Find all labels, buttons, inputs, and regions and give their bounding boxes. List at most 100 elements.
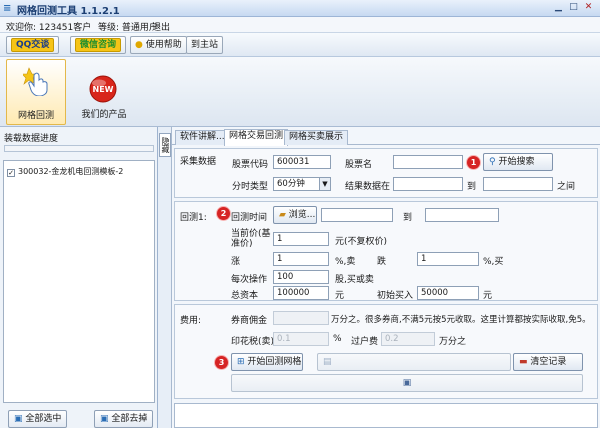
clear-records-label: 清空记录 [530, 357, 567, 367]
new-badge-icon: NEW [89, 75, 117, 103]
step-badge-3: 3 [215, 356, 228, 369]
result-range-label: 结果数据在 [345, 182, 391, 192]
tab-grid-trade-display[interactable]: 网格买卖展示 [284, 130, 349, 145]
minimize-icon[interactable]: ▁ [552, 2, 565, 14]
left-panel: 装载数据进度 ✓ 300032-金龙机电回测模板-2 ▣ 全部选中 ▣ 全部去掉 [0, 127, 158, 428]
side-tab-strip: 隐藏 [158, 127, 172, 428]
stamp-tax-label: 印花税(卖) [231, 337, 275, 347]
stock-code-input[interactable]: 600031 [273, 155, 331, 169]
backtest-section-label: 回测1: [180, 213, 207, 223]
checkbox[interactable]: ✓ [7, 169, 15, 177]
document-icon: ▤ [323, 357, 332, 367]
stamp-tax-input[interactable]: 0.1 [273, 332, 329, 346]
period-type-select[interactable]: 60分钟 ▼ [273, 177, 331, 191]
initial-buy-label: 初始买入 [377, 291, 414, 301]
start-search-button[interactable]: ⚲ 开始搜索 [483, 153, 553, 171]
per-trade-label: 每次操作 [231, 275, 268, 285]
rise-unit: %,卖 [335, 257, 356, 267]
home-site-label: 到主站 [191, 40, 219, 50]
transfer-fee-input[interactable]: 0.2 [381, 332, 435, 346]
wechat-consult-label: 微信咨询 [75, 38, 122, 52]
list-item-label: 300032-金龙机电回测模板-2 [18, 167, 124, 176]
step-badge-1: 1 [467, 156, 480, 169]
save-button[interactable]: ▣ [231, 374, 583, 392]
start-backtest-label: 开始回测网格 [247, 357, 302, 367]
deselect-all-label: 全部去掉 [111, 414, 148, 424]
tab-strip: 软件讲解... 网格交易回测 网格买卖展示 [172, 127, 600, 146]
nav-grid-label: 网格回测 [17, 111, 54, 121]
hand-pointer-icon [23, 67, 48, 96]
transfer-fee-unit: 万分之 [439, 337, 467, 347]
result-area[interactable] [174, 403, 598, 428]
backtest-time-from-input[interactable] [321, 208, 393, 222]
commission-input[interactable] [273, 311, 329, 325]
stock-name-input[interactable] [393, 155, 463, 169]
home-site-button[interactable]: 到主站 [186, 36, 224, 54]
period-type-label: 分时类型 [232, 182, 269, 192]
result-to-input[interactable] [483, 177, 553, 191]
base-price-unit: 元(不复权价) [335, 237, 388, 247]
help-button[interactable]: ● 使用帮助 [130, 36, 187, 54]
grid-icon: ⊞ [237, 357, 245, 367]
deselect-all-button[interactable]: ▣ 全部去掉 [94, 410, 154, 428]
lightbulb-icon: ● [135, 40, 143, 50]
new-badge-text: NEW [93, 85, 114, 94]
step-badge-2: 2 [217, 207, 230, 220]
select-all-icon: ▣ [14, 414, 23, 424]
clear-records-button[interactable]: ▬ 清空记录 [513, 353, 583, 371]
base-price-label: 当前价(基准价) [231, 229, 271, 249]
result-from-input[interactable] [393, 177, 463, 191]
clear-icon: ▬ [519, 357, 528, 367]
save-icon: ▣ [402, 378, 412, 388]
transfer-fee-label: 过户费 [351, 337, 379, 347]
stamp-tax-unit: % [333, 334, 342, 344]
nav-grid-backtest[interactable]: 网格回测 [6, 59, 66, 125]
capital-unit: 元 [335, 291, 345, 301]
title-bar: ≡ 网格回测工具 1.1.2.1 ▁ □ ✕ [0, 0, 600, 17]
app-grid-icon: ≡ [3, 3, 12, 14]
logout-link[interactable]: 退出 [152, 20, 170, 33]
capital-input[interactable]: 100000 [273, 286, 329, 300]
toolbar: QQ交谈 微信咨询 ● 使用帮助 到主站 [0, 33, 600, 57]
base-price-input[interactable]: 1 [273, 232, 329, 246]
search-icon: ⚲ [489, 157, 496, 167]
qq-chat-label: QQ交谈 [11, 38, 55, 52]
initial-buy-input[interactable]: 50000 [417, 286, 479, 300]
select-all-label: 全部选中 [25, 414, 62, 424]
nav-products-label: 我们的产品 [81, 110, 127, 120]
result-to-label: 到 [467, 182, 477, 192]
capital-label: 总资本 [231, 291, 259, 301]
browse-button[interactable]: ▰ 浏览... [273, 206, 317, 224]
hide-panel-tab[interactable]: 隐藏 [159, 133, 171, 157]
select-all-button[interactable]: ▣ 全部选中 [8, 410, 68, 428]
load-progress-bar [4, 145, 154, 152]
list-item[interactable]: ✓ 300032-金龙机电回测模板-2 [7, 166, 123, 177]
start-backtest-button[interactable]: ⊞ 开始回测网格 [231, 353, 303, 371]
chevron-down-icon[interactable]: ▼ [319, 178, 330, 190]
per-trade-unit: 股,买或卖 [335, 275, 374, 285]
qq-chat-button[interactable]: QQ交谈 [6, 36, 60, 54]
commission-label: 券商佣金 [231, 316, 268, 326]
fees-section: 费用: 券商佣金 万分之。很多券商,不满5元按5元收取。这里计算都按实际收取,免… [174, 304, 598, 399]
maximize-icon[interactable]: □ [567, 2, 580, 14]
backtest-section: 回测1: 2 回测时间 ▰ 浏览... 到 当前价(基准价) 1 元(不复权价)… [174, 201, 598, 301]
welcome-text: 欢迎你: 123451客户 [6, 23, 92, 33]
rise-label: 涨 [231, 257, 241, 267]
stock-code-label: 股票代码 [232, 160, 269, 170]
tab-software-guide[interactable]: 软件讲解... [175, 130, 230, 145]
initial-buy-unit: 元 [483, 291, 493, 301]
export-button[interactable]: ▤ [317, 353, 511, 371]
tab-grid-backtest[interactable]: 网格交易回测 [224, 129, 289, 146]
backtest-time-label: 回测时间 [231, 213, 268, 223]
backtest-time-to-input[interactable] [425, 208, 499, 222]
nav-our-products[interactable]: NEW 我们的产品 [74, 59, 134, 125]
per-trade-input[interactable]: 100 [273, 270, 329, 284]
folder-icon: ▰ [279, 210, 286, 220]
load-progress-title: 装载数据进度 [4, 134, 59, 144]
start-search-label: 开始搜索 [498, 157, 535, 167]
close-icon[interactable]: ✕ [582, 2, 595, 14]
fall-input[interactable]: 1 [417, 252, 479, 266]
stock-list[interactable]: ✓ 300032-金龙机电回测模板-2 [3, 160, 155, 403]
wechat-consult-button[interactable]: 微信咨询 [70, 36, 127, 54]
rise-input[interactable]: 1 [273, 252, 329, 266]
